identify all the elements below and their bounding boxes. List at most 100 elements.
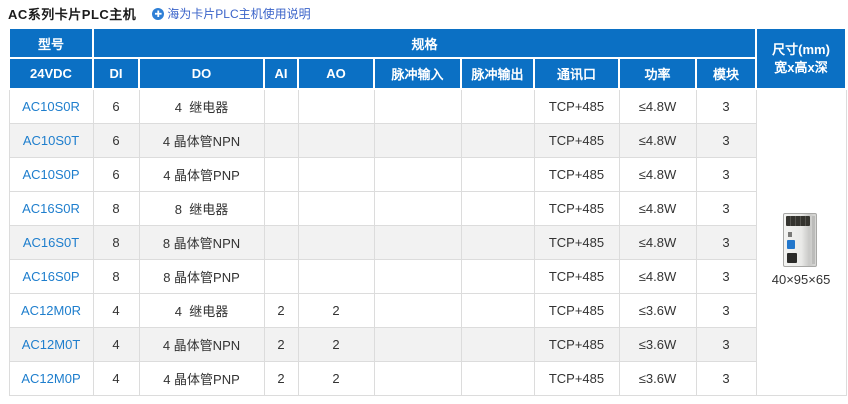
cell-comm: TCP+485 — [534, 225, 619, 259]
cell-pulse_in — [374, 327, 461, 361]
topbar: AC系列卡片PLC主机 ✚ 海为卡片PLC主机使用说明 — [0, 0, 848, 27]
header-dimension-line2: 宽x高x深 — [757, 59, 845, 77]
cell-comm: TCP+485 — [534, 293, 619, 327]
cell-power: ≤4.8W — [619, 259, 696, 293]
cell-di: 4 — [93, 327, 139, 361]
cell-di: 6 — [93, 123, 139, 157]
cell-ai — [264, 123, 298, 157]
table-header: 型号 规格 尺寸(mm) 宽x高x深 24VDCDIDOAIAO脉冲输入脉冲输出… — [9, 28, 846, 89]
table-body: AC10S0R64 继电器TCP+485≤4.8W3 40×95×65 AC10… — [9, 89, 846, 395]
cell-di: 8 — [93, 191, 139, 225]
subheader-pulse_in: 脉冲输入 — [374, 58, 461, 89]
cell-pulse_in — [374, 361, 461, 395]
model-link[interactable]: AC12M0P — [21, 371, 80, 386]
cell-ao — [298, 191, 374, 225]
table-row: AC10S0R64 继电器TCP+485≤4.8W3 40×95×65 — [9, 89, 846, 123]
model-link[interactable]: AC10S0T — [23, 133, 79, 148]
cell-comm: TCP+485 — [534, 259, 619, 293]
usage-doc-link[interactable]: ✚ 海为卡片PLC主机使用说明 — [152, 5, 310, 22]
cell-power: ≤4.8W — [619, 157, 696, 191]
header-spec: 规格 — [93, 28, 756, 58]
plc-led-shape — [788, 232, 792, 237]
cell-ao — [298, 123, 374, 157]
table-row: AC12M0T44 晶体管NPN22TCP+485≤3.6W3 — [9, 327, 846, 361]
cell-di: 8 — [93, 225, 139, 259]
usage-doc-link-label: 海为卡片PLC主机使用说明 — [167, 5, 310, 22]
table-row: AC12M0P44 晶体管PNP22TCP+485≤3.6W3 — [9, 361, 846, 395]
cell-module: 3 — [696, 259, 756, 293]
cell-ai — [264, 259, 298, 293]
cell-do: 4 晶体管NPN — [139, 123, 264, 157]
model-link[interactable]: AC12M0R — [21, 303, 81, 318]
model-link[interactable]: AC16S0R — [22, 201, 80, 216]
subheader-pulse_out: 脉冲输出 — [461, 58, 534, 89]
header-dimension-line1: 尺寸(mm) — [757, 41, 845, 59]
cell-module: 3 — [696, 327, 756, 361]
gear-circle-icon: ✚ — [152, 8, 164, 20]
model-link[interactable]: AC10S0P — [22, 167, 79, 182]
subheader-di: DI — [93, 58, 139, 89]
cell-module: 3 — [696, 361, 756, 395]
cell-ao — [298, 225, 374, 259]
cell-comm: TCP+485 — [534, 361, 619, 395]
cell-module: 3 — [696, 123, 756, 157]
table-row: AC16S0P88 晶体管PNPTCP+485≤4.8W3 — [9, 259, 846, 293]
table-row: AC12M0R44 继电器22TCP+485≤3.6W3 — [9, 293, 846, 327]
cell-model: AC12M0T — [9, 327, 93, 361]
cell-module: 3 — [696, 225, 756, 259]
subheader-model: 24VDC — [9, 58, 93, 89]
cell-pulse_out — [461, 361, 534, 395]
cell-power: ≤4.8W — [619, 225, 696, 259]
cell-ao — [298, 259, 374, 293]
cell-module: 3 — [696, 191, 756, 225]
cell-pulse_in — [374, 293, 461, 327]
cell-do: 8 继电器 — [139, 191, 264, 225]
cell-pulse_out — [461, 327, 534, 361]
cell-power: ≤4.8W — [619, 89, 696, 123]
cell-model: AC12M0P — [9, 361, 93, 395]
cell-model: AC10S0R — [9, 89, 93, 123]
cell-di: 6 — [93, 157, 139, 191]
cell-di: 4 — [93, 361, 139, 395]
cell-do: 4 继电器 — [139, 293, 264, 327]
model-link[interactable]: AC16S0P — [22, 269, 79, 284]
cell-pulse_in — [374, 157, 461, 191]
cell-do: 8 晶体管NPN — [139, 225, 264, 259]
cell-di: 6 — [93, 89, 139, 123]
cell-ai — [264, 89, 298, 123]
subheader-do: DO — [139, 58, 264, 89]
model-link[interactable]: AC16S0T — [23, 235, 79, 250]
cell-pulse_in — [374, 259, 461, 293]
table-row: AC16S0R88 继电器TCP+485≤4.8W3 — [9, 191, 846, 225]
cell-do: 8 晶体管PNP — [139, 259, 264, 293]
cell-comm: TCP+485 — [534, 327, 619, 361]
spec-table: 型号 规格 尺寸(mm) 宽x高x深 24VDCDIDOAIAO脉冲输入脉冲输出… — [8, 27, 847, 396]
model-link[interactable]: AC10S0R — [22, 99, 80, 114]
table-row: AC10S0T64 晶体管NPNTCP+485≤4.8W3 — [9, 123, 846, 157]
cell-module: 3 — [696, 293, 756, 327]
plc-blue-label-shape — [787, 240, 795, 249]
cell-ai — [264, 157, 298, 191]
cell-ao: 2 — [298, 293, 374, 327]
cell-comm: TCP+485 — [534, 89, 619, 123]
cell-ao — [298, 89, 374, 123]
cell-model: AC10S0P — [9, 157, 93, 191]
plc-port-shape — [787, 253, 797, 263]
page-title: AC系列卡片PLC主机 — [8, 4, 136, 23]
cell-model: AC16S0P — [9, 259, 93, 293]
cell-comm: TCP+485 — [534, 191, 619, 225]
cell-ai — [264, 191, 298, 225]
table-row: AC16S0T 88 晶体管NPN TCP+485≤4.8W3 — [9, 225, 846, 259]
dimension-content: 40×95×65 — [757, 212, 846, 287]
cell-ai: 2 — [264, 327, 298, 361]
subheader-comm: 通讯口 — [534, 58, 619, 89]
cell-pulse_out — [461, 191, 534, 225]
cell-pulse_out — [461, 157, 534, 191]
cell-ai — [264, 225, 298, 259]
plc-vent-shape — [786, 216, 810, 226]
cell-do: 4 晶体管PNP — [139, 361, 264, 395]
model-link[interactable]: AC12M0T — [22, 337, 81, 352]
subheader-power: 功率 — [619, 58, 696, 89]
cell-power: ≤4.8W — [619, 123, 696, 157]
cell-pulse_out — [461, 293, 534, 327]
